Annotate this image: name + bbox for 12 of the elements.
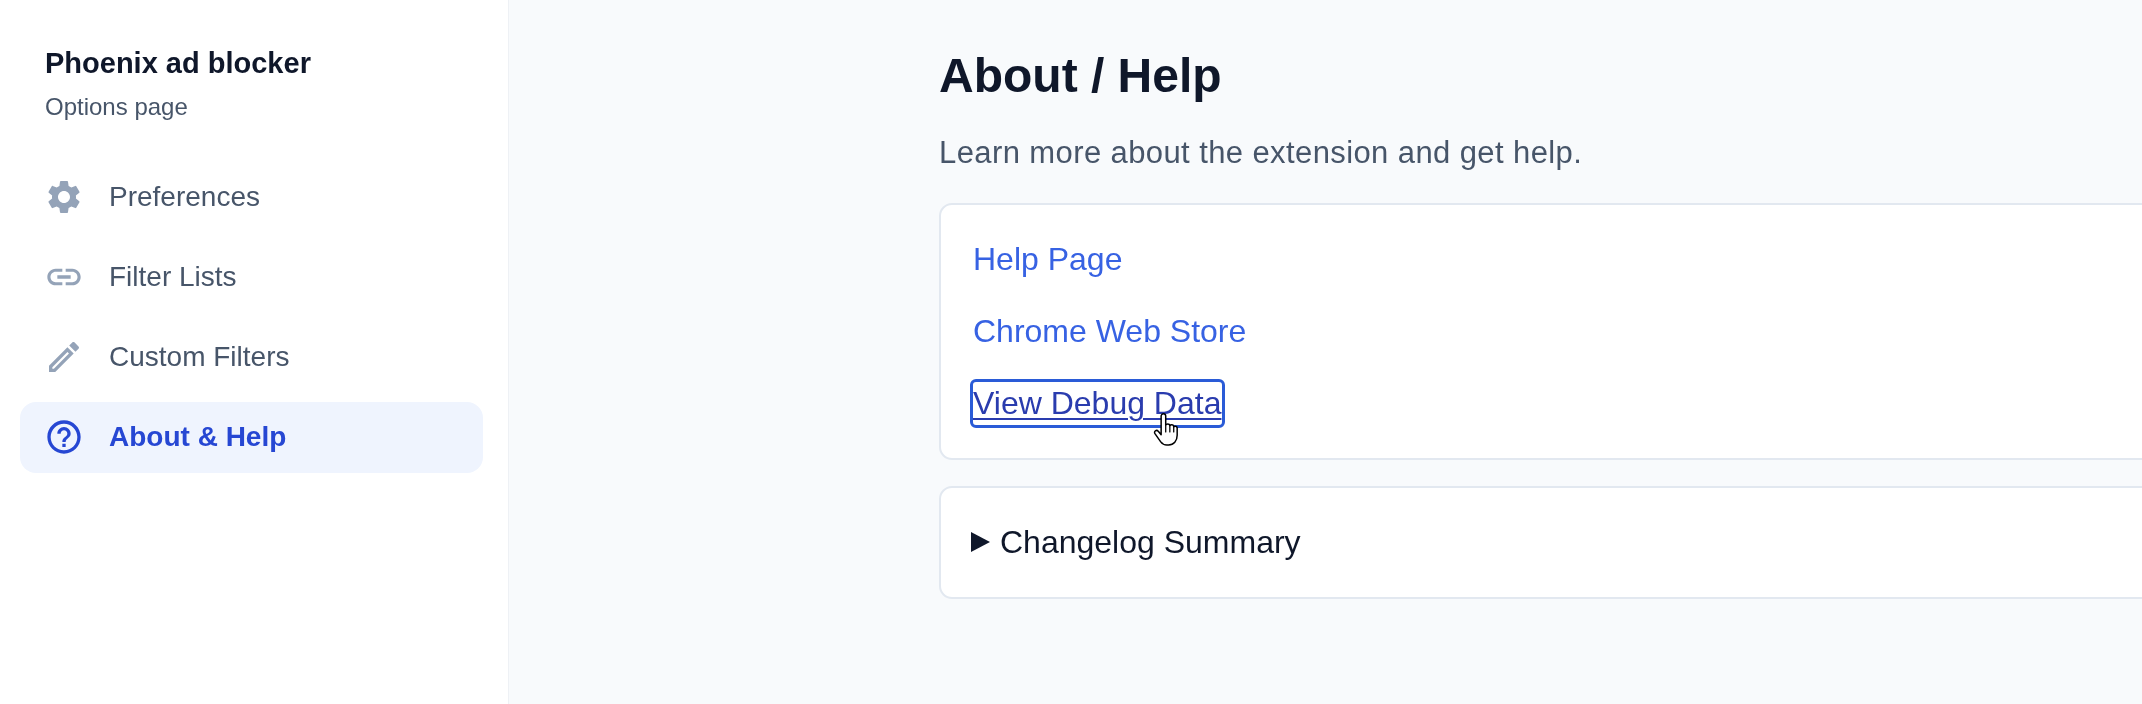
sidebar-nav-item[interactable]: About & Help (20, 402, 483, 473)
page-description: Learn more about the extension and get help. (939, 133, 1583, 172)
sidebar-nav-item[interactable]: Preferences (20, 162, 483, 233)
app-subtitle: Options page (44, 91, 188, 122)
text-link[interactable]: Chrome Web Store (970, 306, 1251, 356)
sidebar-nav-item[interactable]: Filter Lists (20, 242, 483, 313)
changelog-toggle[interactable]: Changelog Summary (971, 520, 1301, 564)
page-heading: About / Help (939, 48, 1222, 104)
text-link[interactable]: View Debug Data (970, 378, 1226, 428)
sidebar-nav-item[interactable]: Custom Filters (20, 322, 483, 393)
text-link[interactable]: Help Page (970, 234, 1127, 284)
app-title: Phoenix ad blocker (44, 46, 311, 81)
